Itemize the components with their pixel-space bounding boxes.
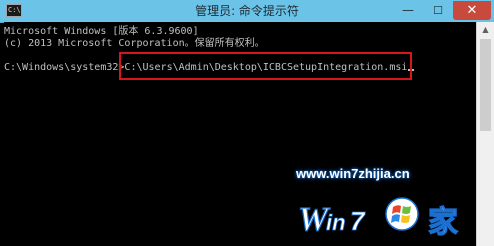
watermark-logo: W in 7 家 [297,197,459,241]
version-line: Microsoft Windows [版本 6.3.9600] [4,26,199,37]
svg-text:in: in [326,210,346,235]
command-prompt: C:\Windows\system32> [4,62,125,73]
windows-flag-icon [385,197,419,231]
site-watermark: www.win7zhijia.cn W in 7 家 [282,162,494,246]
scroll-up-arrow-icon[interactable]: ▲ [477,22,494,38]
scroll-thumb[interactable] [480,39,491,131]
copyright-line: (c) 2013 Microsoft Corporation。保留所有权利。 [4,38,265,49]
minimize-button[interactable]: — [393,1,423,20]
watermark-logo-suffix: 家 [428,205,458,240]
title-bar[interactable]: C:\ 管理员: 命令提示符 — ☐ ✕ [0,0,494,23]
maximize-button[interactable]: ☐ [423,1,453,20]
command-highlight-box [119,52,412,80]
watermark-url: www.win7zhijia.cn [296,166,410,181]
svg-text:7: 7 [350,206,366,236]
cmd-window: C:\ 管理员: 命令提示符 — ☐ ✕ Microsoft Windows [… [0,0,494,246]
close-button[interactable]: ✕ [453,1,491,20]
